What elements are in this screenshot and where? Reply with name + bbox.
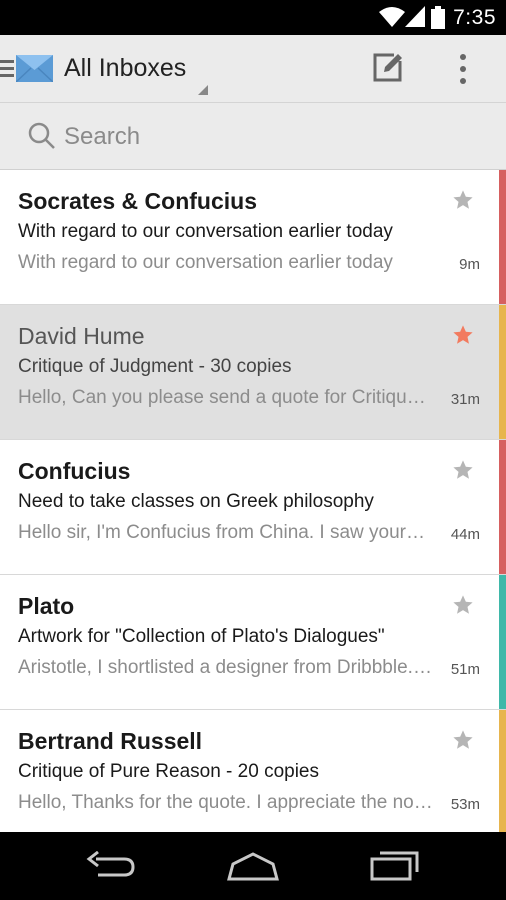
email-subject: Critique of Judgment - 30 copies bbox=[18, 356, 292, 377]
email-preview: With regard to our conversation earlier … bbox=[18, 252, 393, 273]
email-row[interactable]: Confucius Need to take classes on Greek … bbox=[0, 440, 506, 575]
email-sender: David Hume bbox=[18, 323, 145, 349]
account-color-bar bbox=[499, 170, 506, 304]
page-title[interactable]: All Inboxes bbox=[64, 54, 186, 83]
battery-icon bbox=[431, 6, 445, 35]
star-icon[interactable] bbox=[452, 459, 474, 486]
search-icon[interactable] bbox=[28, 122, 56, 155]
email-preview: Hello, Can you please send a quote for C… bbox=[18, 387, 434, 408]
star-icon[interactable] bbox=[452, 324, 474, 351]
star-icon[interactable] bbox=[452, 594, 474, 621]
star-icon[interactable] bbox=[452, 729, 474, 756]
account-color-bar bbox=[499, 305, 506, 439]
envelope-icon[interactable] bbox=[15, 55, 54, 87]
app-bar: All Inboxes bbox=[0, 35, 506, 103]
email-time: 9m bbox=[459, 256, 480, 273]
email-list: Socrates & Confucius With regard to our … bbox=[0, 170, 506, 832]
email-row[interactable]: David Hume Critique of Judgment - 30 cop… bbox=[0, 305, 506, 440]
clock: 7:35 bbox=[453, 6, 496, 29]
email-time: 44m bbox=[450, 526, 480, 543]
recents-icon[interactable] bbox=[370, 849, 420, 886]
wifi-icon bbox=[378, 5, 406, 34]
email-time: 53m bbox=[450, 796, 480, 813]
email-sender: Bertrand Russell bbox=[18, 728, 203, 754]
account-color-bar bbox=[499, 575, 506, 709]
navigation-bar bbox=[0, 832, 506, 900]
email-time: 31m bbox=[450, 391, 480, 408]
search-bar[interactable]: Search bbox=[0, 103, 506, 170]
email-sender: Socrates & Confucius bbox=[18, 188, 257, 214]
home-icon[interactable] bbox=[226, 852, 280, 887]
menu-icon[interactable] bbox=[0, 59, 14, 84]
email-sender: Plato bbox=[18, 593, 75, 619]
email-row[interactable]: Bertrand Russell Critique of Pure Reason… bbox=[0, 710, 506, 832]
dropdown-indicator-icon[interactable] bbox=[198, 82, 208, 100]
search-input[interactable]: Search bbox=[64, 123, 140, 151]
account-color-bar bbox=[499, 710, 506, 832]
signal-icon bbox=[404, 5, 426, 34]
email-subject: Artwork for "Collection of Plato's Dialo… bbox=[18, 626, 385, 647]
star-icon[interactable] bbox=[452, 189, 474, 216]
email-row[interactable]: Socrates & Confucius With regard to our … bbox=[0, 170, 506, 305]
email-subject: With regard to our conversation earlier … bbox=[18, 221, 393, 242]
account-color-bar bbox=[499, 440, 506, 574]
compose-icon[interactable] bbox=[372, 51, 404, 88]
email-subject: Need to take classes on Greek philosophy bbox=[18, 491, 374, 512]
email-preview: Hello sir, I'm Confucius from China. I s… bbox=[18, 522, 425, 543]
email-subject: Critique of Pure Reason - 20 copies bbox=[18, 761, 319, 782]
email-preview: Aristotle, I shortlisted a designer from… bbox=[18, 657, 432, 678]
email-time: 51m bbox=[450, 661, 480, 678]
back-icon[interactable] bbox=[86, 850, 136, 886]
overflow-menu-icon[interactable] bbox=[458, 53, 468, 90]
status-bar: 7:35 bbox=[0, 0, 506, 35]
email-preview: Hello, Thanks for the quote. I appreciat… bbox=[18, 792, 433, 813]
email-sender: Confucius bbox=[18, 458, 131, 484]
email-row[interactable]: Plato Artwork for "Collection of Plato's… bbox=[0, 575, 506, 710]
